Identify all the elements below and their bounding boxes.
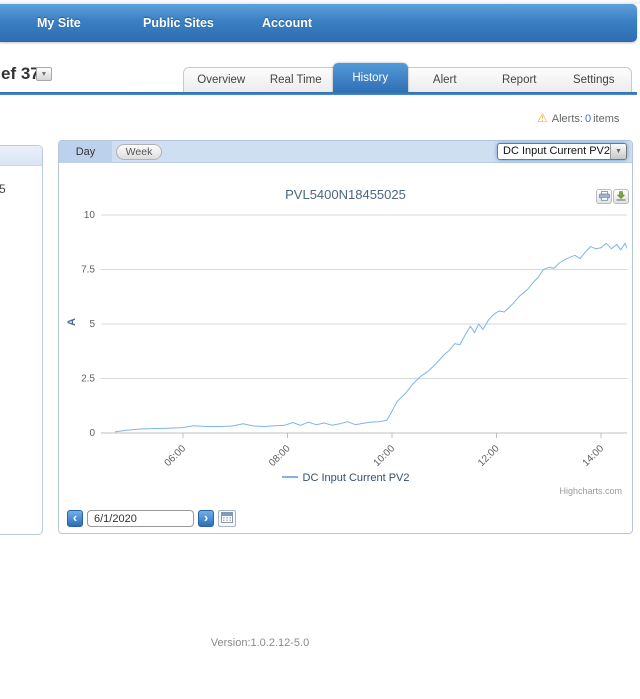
history-chart-panel: Day Week DC Input Current PV2 ▼ PVL5400N…: [58, 140, 633, 534]
y-axis-label: 2.5: [81, 374, 95, 385]
chart-credits: Highcharts.com: [559, 486, 622, 496]
tab-history[interactable]: History: [333, 63, 408, 93]
warning-icon: ⚠: [537, 111, 548, 125]
date-navigation: ‹ ›: [67, 510, 267, 528]
chevron-right-icon: ›: [204, 510, 208, 525]
tab-overview[interactable]: Overview: [184, 68, 259, 92]
date-input[interactable]: [87, 510, 194, 527]
x-axis-label: 06:00: [163, 443, 189, 469]
section-tabbar: OverviewReal TimeHistoryAlertReportSetti…: [183, 67, 632, 92]
prev-day-button[interactable]: ‹: [67, 510, 83, 527]
panel-header: Day Week DC Input Current PV2 ▼: [59, 141, 632, 163]
metric-select[interactable]: DC Input Current PV2 ▼: [497, 143, 627, 160]
tab-alert[interactable]: Alert: [408, 68, 483, 92]
chart-legend[interactable]: DC Input Current PV2: [59, 472, 632, 484]
dc-current-line-chart: 0 2.5 5 7.5 10 06:00 08:00 10:00 12:00 14:00: [67, 171, 627, 501]
calendar-button[interactable]: [218, 510, 236, 527]
y-axis-label: 7.5: [81, 265, 95, 276]
left-panel-item-text: 5: [0, 182, 6, 196]
x-axis-label: 10:00: [372, 443, 398, 469]
title-dropdown-icon: ▼: [41, 71, 48, 78]
nav-item-my-site[interactable]: My Site: [37, 4, 81, 42]
main-navbar: My Site Public Sites Account: [0, 4, 637, 42]
tab-real-time[interactable]: Real Time: [259, 68, 334, 92]
app-version: Version:1.0.2.12-5.0: [160, 637, 360, 649]
y-axis-title: A: [66, 318, 78, 326]
chevron-down-icon: ▼: [610, 144, 626, 159]
x-axis-label: 14:00: [581, 443, 607, 469]
series-line: [115, 230, 627, 432]
legend-line-swatch: [282, 476, 298, 478]
x-axis-label: 08:00: [267, 443, 293, 469]
tab-settings[interactable]: Settings: [557, 68, 632, 92]
left-list-panel: 5: [0, 145, 43, 535]
x-axis-label: 12:00: [476, 443, 502, 469]
range-tab-day[interactable]: Day: [59, 141, 112, 163]
site-title-dropdown-button[interactable]: ▼: [36, 67, 52, 81]
metric-select-value: DC Input Current PV2: [503, 145, 610, 157]
left-panel-header: [0, 146, 42, 166]
tab-underline: [0, 92, 637, 95]
site-title: ef 37: [1, 64, 40, 84]
y-axis-label: 10: [84, 210, 96, 221]
alerts-suffix: items: [593, 113, 619, 125]
alerts-summary: ⚠ Alerts:0items: [537, 111, 619, 125]
nav-item-account[interactable]: Account: [262, 4, 312, 42]
tab-report[interactable]: Report: [482, 68, 557, 92]
alerts-count[interactable]: 0: [585, 113, 591, 125]
chevron-left-icon: ‹: [73, 510, 77, 525]
range-tab-week[interactable]: Week: [116, 144, 162, 160]
calendar-icon: [221, 510, 233, 528]
y-axis-label: 0: [89, 428, 95, 439]
y-axis-label: 5: [89, 319, 95, 330]
legend-label: DC Input Current PV2: [303, 472, 410, 484]
alerts-label: Alerts:: [552, 113, 583, 125]
next-day-button[interactable]: ›: [198, 510, 214, 527]
nav-item-public-sites[interactable]: Public Sites: [143, 4, 214, 42]
